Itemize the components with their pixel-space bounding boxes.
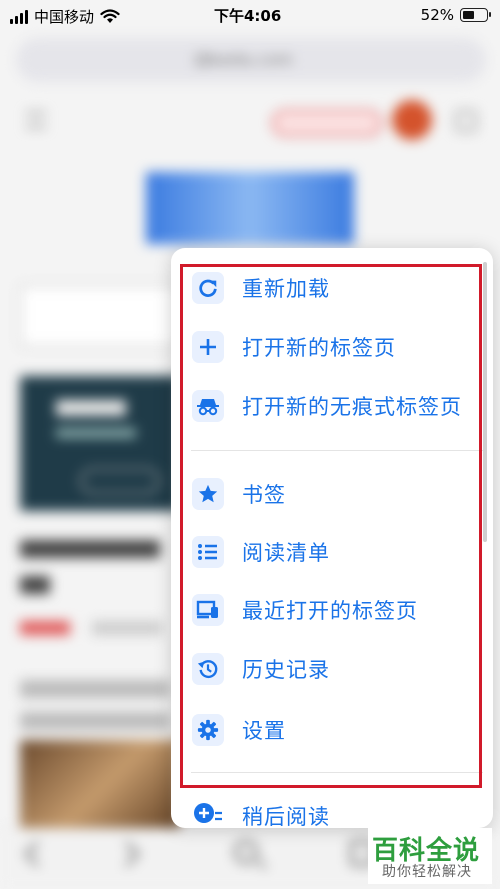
reload-icon	[192, 272, 224, 304]
incognito-icon	[192, 390, 224, 422]
read-later-icon	[192, 798, 224, 828]
address-bar[interactable]: baidu.com	[16, 38, 486, 82]
feed-text-line2	[20, 712, 170, 730]
feed-headline	[20, 540, 160, 558]
menu-item-label: 重新加载	[242, 277, 330, 301]
menu-divider	[191, 772, 483, 773]
lock-icon	[196, 54, 208, 66]
battery-percent: 52%	[420, 6, 454, 24]
address-bar-url: baidu.com	[209, 50, 293, 69]
menu-item-label: 最近打开的标签页	[242, 599, 418, 623]
status-time: 下午4:06	[214, 7, 282, 25]
menu-item-label: 打开新的标签页	[242, 336, 396, 360]
menu-icon	[26, 112, 46, 128]
cart-icon	[455, 110, 477, 132]
menu-item-recent-tabs[interactable]: 最近打开的标签页	[171, 582, 481, 638]
menu-item-label: 阅读清单	[242, 541, 330, 565]
reading-list-icon	[192, 536, 224, 568]
feed-meta	[92, 621, 162, 635]
avatar	[392, 100, 432, 140]
carrier-label: 中国移动	[34, 8, 95, 26]
plus-icon	[192, 331, 224, 363]
feed-source	[20, 621, 70, 635]
menu-item-history[interactable]: 历史记录	[171, 641, 481, 697]
menu-scrollbar[interactable]	[483, 262, 487, 542]
menu-item-incognito-tab[interactable]: 打开新的无痕式标签页	[171, 378, 481, 434]
feed-text	[20, 680, 170, 698]
promo-pill	[272, 110, 382, 136]
gear-icon	[192, 714, 224, 746]
recent-tabs-icon	[192, 594, 224, 626]
search-box	[20, 285, 180, 347]
menu-item-reading-list[interactable]: 阅读清单	[171, 524, 481, 580]
star-icon	[192, 478, 224, 510]
overflow-menu: 重新加载 打开新的标签页 打开新的无痕式标签页 书签 阅读清单 最近打开的标签页…	[171, 248, 493, 828]
watermark-subtitle: 助你轻松解决	[382, 864, 472, 880]
menu-item-new-tab[interactable]: 打开新的标签页	[171, 319, 481, 375]
menu-item-settings[interactable]: 设置	[171, 702, 481, 758]
menu-item-label: 稍后阅读	[242, 805, 330, 828]
menu-item-label: 书签	[242, 483, 286, 507]
menu-item-reload[interactable]: 重新加载	[171, 260, 481, 316]
menu-item-label: 历史记录	[242, 658, 330, 682]
menu-divider	[191, 450, 483, 451]
screen: baidu.com 中国移动 下午4:06 52% 重新加载 打开新的标签页 打…	[0, 0, 500, 889]
menu-item-label: 打开新的无痕式标签页	[242, 395, 462, 419]
menu-item-bookmarks[interactable]: 书签	[171, 466, 481, 522]
feed-card	[20, 376, 180, 511]
history-icon	[192, 653, 224, 685]
search-icon	[234, 840, 258, 864]
feed-photo	[20, 740, 180, 840]
banner-image	[146, 172, 354, 244]
signal-icon	[10, 9, 28, 24]
status-bar: 中国移动 下午4:06 52%	[0, 0, 500, 30]
feed-headline-line2	[20, 576, 50, 594]
battery-icon	[460, 8, 491, 22]
menu-item-label: 设置	[242, 719, 286, 743]
menu-item-read-later[interactable]: 稍后阅读	[171, 788, 481, 828]
wifi-icon	[100, 8, 120, 23]
watermark: 百科全说 助你轻松解决	[368, 828, 492, 884]
